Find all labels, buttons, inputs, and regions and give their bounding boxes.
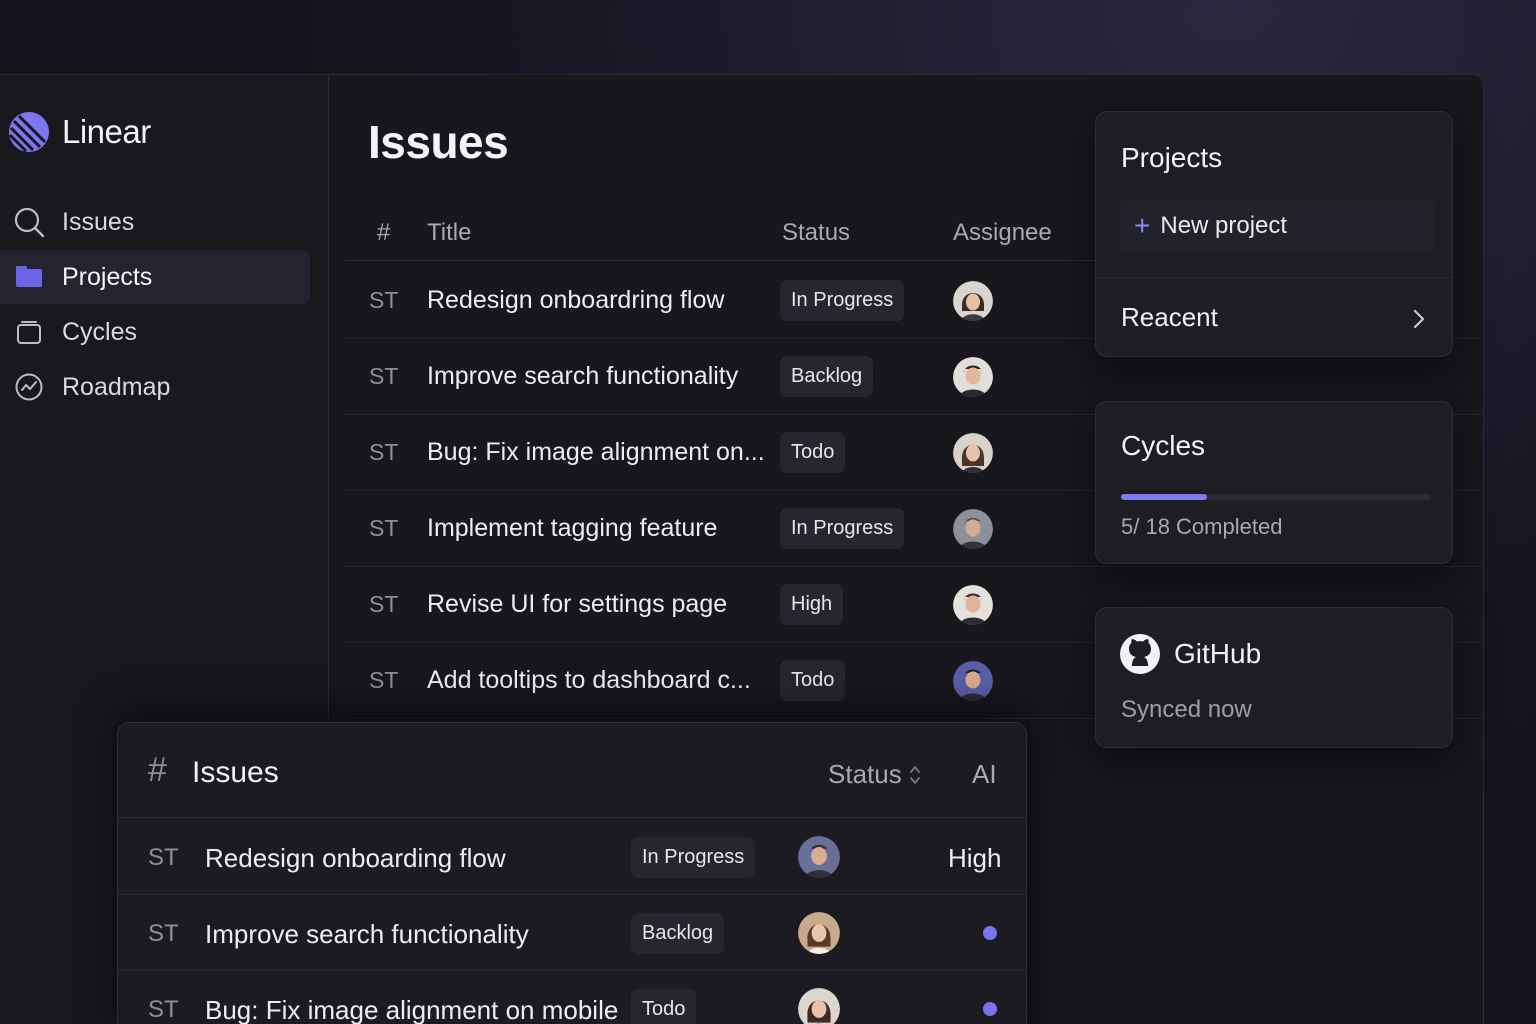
status-badge[interactable]: Backlog bbox=[780, 356, 874, 397]
sidebar-item-projects[interactable]: Projects bbox=[0, 250, 310, 304]
issues-panel-header: # Issues Status AI bbox=[118, 723, 1026, 818]
avatar[interactable] bbox=[953, 584, 993, 625]
roadmap-icon bbox=[12, 370, 46, 404]
sidebar-item-label: Issues bbox=[62, 207, 135, 236]
sidebar-item-label: Cycles bbox=[62, 317, 138, 346]
avatar[interactable] bbox=[798, 836, 840, 878]
priority-label: High bbox=[948, 843, 1002, 873]
issue-id: ST bbox=[369, 515, 399, 541]
ai-column-header[interactable]: AI bbox=[972, 759, 997, 790]
issue-title[interactable]: Improve search functionality bbox=[427, 362, 738, 391]
issue-id: ST bbox=[369, 591, 399, 617]
priority-dot-icon bbox=[983, 1002, 997, 1016]
projects-card: Projects + New project Reacent bbox=[1095, 111, 1453, 357]
avatar[interactable] bbox=[798, 912, 840, 954]
issues-panel-title: Issues bbox=[192, 756, 279, 789]
projects-card-title: Projects bbox=[1121, 142, 1223, 173]
status-badge[interactable]: In Progress bbox=[780, 508, 905, 549]
cycle-progress-text: 5/ 18 Completed bbox=[1121, 514, 1283, 539]
column-header-title[interactable]: Title bbox=[427, 219, 471, 247]
table-row[interactable]: ST Redesign onboarding flow In Progress … bbox=[118, 819, 1026, 895]
column-header-status[interactable]: Status bbox=[782, 219, 850, 247]
sidebar-nav: Issues Projects Cycles Roadmap bbox=[0, 195, 310, 415]
github-title: GitHub bbox=[1174, 638, 1262, 669]
issue-title[interactable]: Improve search functionality bbox=[205, 919, 529, 950]
issue-id: ST bbox=[148, 920, 179, 947]
issue-title[interactable]: Implement tagging feature bbox=[427, 514, 717, 543]
status-badge[interactable]: Todo bbox=[780, 660, 846, 701]
column-header-assignee[interactable]: Assignee bbox=[953, 219, 1052, 247]
priority-dot-icon bbox=[983, 926, 997, 940]
issue-id: ST bbox=[148, 844, 179, 871]
folder-icon bbox=[12, 260, 46, 294]
issue-id: ST bbox=[369, 667, 399, 693]
github-icon bbox=[1120, 634, 1160, 674]
sidebar-item-label: Roadmap bbox=[62, 372, 171, 401]
avatar[interactable] bbox=[953, 432, 993, 473]
sidebar-item-issues[interactable]: Issues bbox=[0, 195, 310, 249]
issue-title[interactable]: Revise UI for settings page bbox=[427, 590, 727, 619]
recent-projects-link[interactable]: Reacent bbox=[1121, 302, 1218, 333]
new-project-button[interactable]: + New project bbox=[1120, 200, 1434, 252]
cycle-progress-bar bbox=[1121, 494, 1431, 500]
chevron-right-icon[interactable] bbox=[1412, 308, 1426, 330]
table-header: # Title Status Assignee bbox=[345, 205, 1105, 261]
sidebar-item-roadmap[interactable]: Roadmap bbox=[0, 360, 310, 414]
search-icon bbox=[12, 205, 46, 239]
issue-id: ST bbox=[148, 996, 179, 1023]
issue-title[interactable]: Add tooltips to dashboard c... bbox=[427, 666, 751, 695]
issues-panel: # Issues Status AI ST Redesign onboardin… bbox=[117, 722, 1027, 1024]
brand-name: Linear bbox=[62, 113, 151, 150]
table-row[interactable]: ST Bug: Fix image alignment on mobile To… bbox=[118, 971, 1026, 1024]
github-card[interactable]: GitHub Synced now bbox=[1095, 607, 1453, 748]
github-sync-status: Synced now bbox=[1121, 696, 1252, 723]
issue-id: ST bbox=[369, 439, 399, 465]
status-badge[interactable]: Todo bbox=[631, 989, 697, 1024]
status-badge[interactable]: High bbox=[780, 584, 844, 625]
sidebar-item-cycles[interactable]: Cycles bbox=[0, 305, 310, 359]
sort-icon bbox=[909, 765, 920, 784]
table-row[interactable]: ST Improve search functionality Backlog bbox=[118, 895, 1026, 971]
issue-title[interactable]: Bug: Fix image alignment on mobile bbox=[205, 995, 618, 1024]
avatar[interactable] bbox=[953, 660, 993, 701]
issue-title[interactable]: Redesign onboardring flow bbox=[427, 286, 724, 315]
status-sort-label: Status bbox=[828, 759, 902, 789]
avatar[interactable] bbox=[953, 508, 993, 549]
issue-id: ST bbox=[369, 287, 399, 313]
issue-title[interactable]: Bug: Fix image alignment on... bbox=[427, 438, 765, 467]
hash-icon: # bbox=[148, 751, 167, 789]
plus-icon: + bbox=[1134, 210, 1151, 241]
cycles-card: Cycles 5/ 18 Completed bbox=[1095, 401, 1453, 564]
status-badge[interactable]: Todo bbox=[780, 432, 846, 473]
sidebar-item-label: Projects bbox=[62, 262, 153, 291]
column-header-id[interactable]: # bbox=[377, 219, 390, 247]
avatar[interactable] bbox=[953, 356, 993, 397]
status-badge[interactable]: Backlog bbox=[631, 913, 725, 954]
cycles-card-title: Cycles bbox=[1121, 430, 1206, 461]
status-badge[interactable]: In Progress bbox=[631, 837, 756, 878]
avatar[interactable] bbox=[953, 280, 993, 321]
brand[interactable]: Linear bbox=[8, 111, 151, 153]
page-title: Issues bbox=[368, 116, 509, 168]
new-project-label: New project bbox=[1160, 212, 1288, 239]
linear-logo-icon bbox=[8, 112, 49, 153]
issue-id: ST bbox=[369, 363, 399, 389]
divider bbox=[1096, 277, 1452, 278]
cycle-progress-fill bbox=[1121, 494, 1208, 500]
cycles-icon bbox=[12, 315, 46, 349]
status-badge[interactable]: In Progress bbox=[780, 280, 905, 321]
status-sort-button[interactable]: Status bbox=[828, 759, 922, 790]
issue-title[interactable]: Redesign onboarding flow bbox=[205, 843, 506, 874]
avatar[interactable] bbox=[798, 988, 840, 1024]
